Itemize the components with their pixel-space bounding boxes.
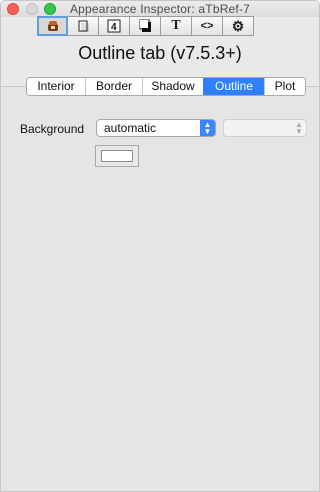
tab-interior[interactable]: Interior bbox=[27, 78, 85, 95]
appearance-icon bbox=[47, 21, 58, 31]
background-select-value: automatic bbox=[104, 121, 157, 135]
badge-4-icon: 4 bbox=[107, 19, 121, 33]
tab-outline[interactable]: Outline bbox=[203, 78, 264, 95]
section-tabs: Interior Border Shadow Outline Plot bbox=[26, 77, 306, 96]
settings-tool-button[interactable]: ⚙ bbox=[223, 16, 254, 36]
code-tool-button[interactable]: <> bbox=[192, 16, 223, 36]
badge-tool-button[interactable]: 4 bbox=[99, 16, 130, 36]
shadow-icon bbox=[139, 19, 151, 32]
page-icon bbox=[78, 20, 89, 32]
chevron-up-down-icon: ▲ ▼ bbox=[200, 120, 215, 136]
text-tool-button[interactable]: T bbox=[161, 16, 192, 36]
color-swatch bbox=[101, 150, 133, 162]
outline-color-well[interactable] bbox=[95, 145, 139, 167]
window-title: Appearance Inspector: aTbRef-7 bbox=[69, 2, 251, 16]
tab-plot[interactable]: Plot bbox=[264, 78, 305, 95]
secondary-select[interactable]: ▲ ▼ bbox=[223, 119, 307, 137]
title-bar[interactable]: Appearance Inspector: aTbRef-7 bbox=[1, 1, 319, 17]
shadow-tool-button[interactable] bbox=[130, 16, 161, 36]
tab-shadow[interactable]: Shadow bbox=[142, 78, 203, 95]
tab-border[interactable]: Border bbox=[85, 78, 142, 95]
background-select[interactable]: automatic ▲ ▼ bbox=[96, 119, 216, 137]
appearance-inspector-window: Appearance Inspector: aTbRef-7 4 T <> ⚙ … bbox=[0, 0, 320, 492]
code-icon: <> bbox=[200, 20, 214, 32]
content-area bbox=[2, 87, 318, 491]
inspector-toolbar: 4 T <> ⚙ bbox=[37, 16, 285, 36]
gear-icon: ⚙ bbox=[231, 17, 245, 34]
svg-text:4: 4 bbox=[111, 22, 117, 33]
background-label: Background bbox=[20, 122, 85, 136]
text-icon: T bbox=[171, 18, 181, 33]
appearance-tool-button[interactable] bbox=[37, 16, 68, 36]
page-tool-button[interactable] bbox=[68, 16, 99, 36]
chevron-up-down-icon: ▲ ▼ bbox=[295, 120, 303, 136]
panel-title: Outline tab (v7.5.3+) bbox=[78, 43, 242, 63]
